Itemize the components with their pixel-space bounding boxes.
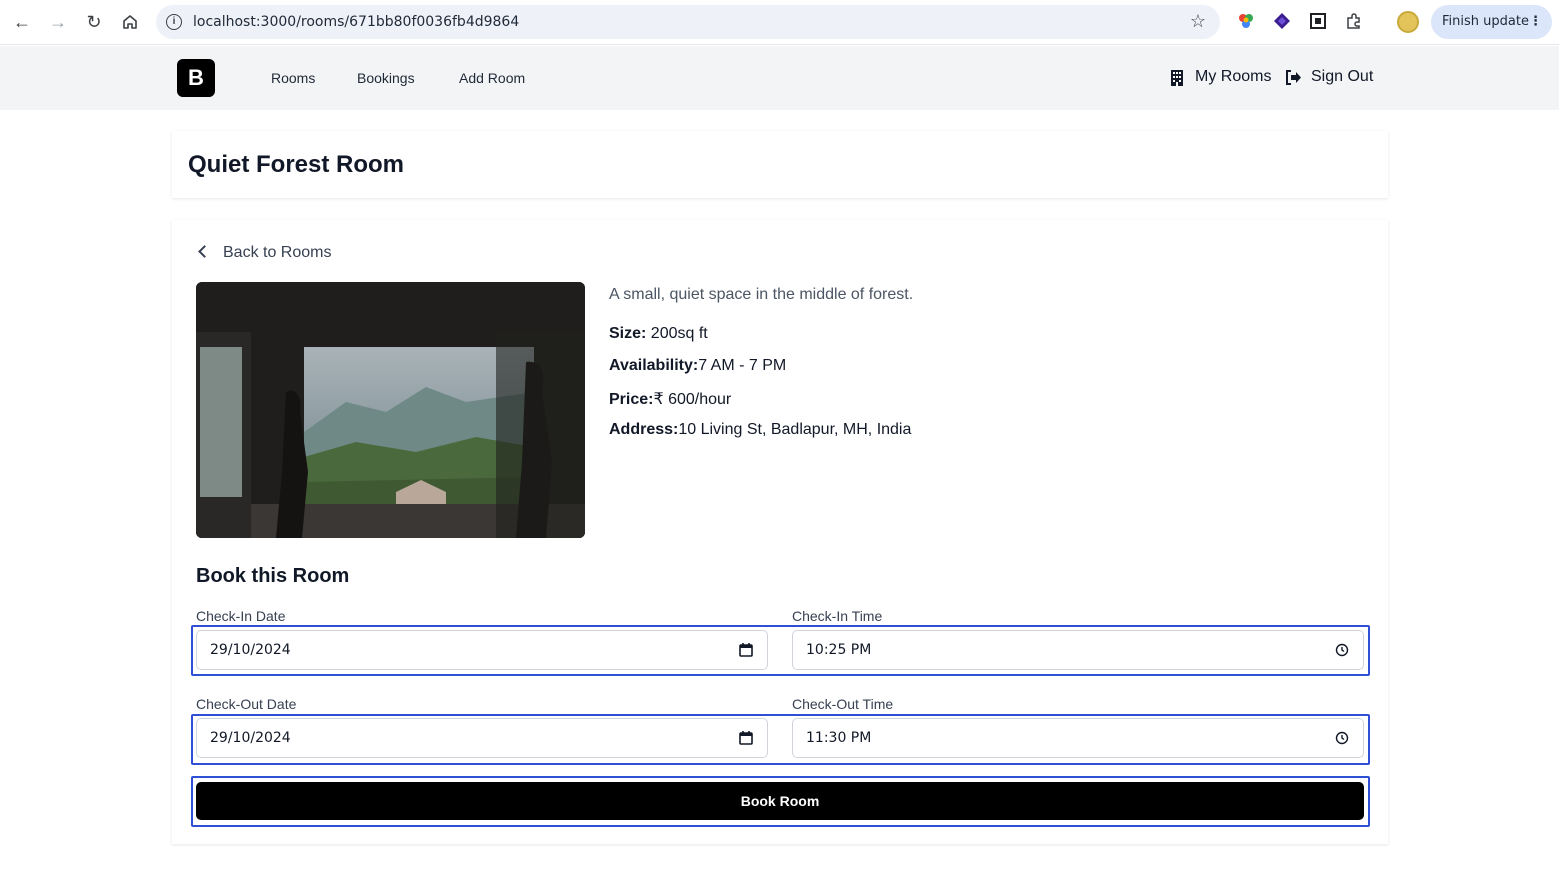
room-price: Price:₹ 600/hour: [609, 389, 731, 409]
room-description: A small, quiet space in the middle of fo…: [609, 286, 914, 303]
checkin-time-value: 10:25 PM: [806, 642, 872, 658]
checkout-time-input[interactable]: 11:30 PM: [792, 718, 1364, 758]
nav-link-bookings[interactable]: Bookings: [357, 70, 415, 86]
booking-section-title: Book this Room: [196, 565, 350, 587]
clock-icon[interactable]: [1335, 731, 1349, 745]
room-title-card: Quiet Forest Room: [172, 131, 1388, 198]
more-menu-icon[interactable]: ⋮: [1529, 5, 1542, 39]
size-label: Size:: [609, 325, 647, 342]
checkin-date-label: Check-In Date: [196, 608, 286, 624]
size-value: 200sq ft: [646, 325, 708, 342]
address-value: 10 Living St, Badlapur, MH, India: [678, 421, 912, 438]
room-size: Size: 200sq ft: [609, 325, 708, 343]
finish-update-label: Finish update: [1442, 14, 1529, 29]
diamond-extension-icon[interactable]: [1273, 12, 1291, 30]
sign-out-link[interactable]: Sign Out: [1311, 68, 1373, 86]
checkin-date-value: 29/10/2024: [210, 642, 291, 658]
clock-icon[interactable]: [1335, 643, 1349, 657]
bookmark-star-icon[interactable]: ☆: [1190, 11, 1206, 32]
room-availability: Availability:7 AM - 7 PM: [609, 357, 786, 375]
forward-arrow-icon[interactable]: →: [47, 11, 69, 33]
home-icon[interactable]: [119, 11, 141, 33]
address-bar[interactable]: i localhost:3000/rooms/671bb80f0036fb4d9…: [156, 5, 1220, 39]
back-to-rooms-link[interactable]: Back to Rooms: [196, 244, 331, 262]
app-header: B Rooms Bookings Add Room My Rooms Sign …: [0, 46, 1559, 110]
checkin-date-input[interactable]: 29/10/2024: [196, 630, 768, 670]
checkout-date-input[interactable]: 29/10/2024: [196, 718, 768, 758]
nav-link-add-room[interactable]: Add Room: [459, 70, 525, 86]
room-address: Address:10 Living St, Badlapur, MH, Indi…: [609, 421, 911, 439]
my-rooms-link[interactable]: My Rooms: [1195, 68, 1271, 86]
price-value: ₹ 600/hour: [653, 391, 732, 408]
browser-toolbar: ← → ↻ i localhost:3000/rooms/671bb80f003…: [0, 0, 1559, 45]
price-label: Price:: [609, 391, 654, 408]
building-icon: [1170, 70, 1184, 90]
calendar-icon[interactable]: [739, 643, 753, 657]
nav-link-rooms[interactable]: Rooms: [271, 70, 315, 86]
page-title: Quiet Forest Room: [188, 151, 405, 178]
site-info-icon[interactable]: i: [166, 14, 182, 30]
checkout-time-value: 11:30 PM: [806, 730, 872, 746]
puzzle-extensions-icon[interactable]: [1345, 12, 1363, 30]
sign-out-icon: [1285, 70, 1302, 89]
checkout-date-value: 29/10/2024: [210, 730, 291, 746]
checkin-time-label: Check-In Time: [792, 608, 883, 624]
address-label: Address:: [609, 421, 679, 438]
calendar-icon[interactable]: [739, 731, 753, 745]
chevron-left-icon: [198, 245, 211, 258]
checkout-time-label: Check-Out Time: [792, 696, 894, 712]
brand-logo[interactable]: B: [177, 59, 215, 97]
back-arrow-icon[interactable]: ←: [11, 11, 33, 33]
availability-label: Availability:: [609, 357, 699, 374]
room-photo: [196, 282, 585, 538]
profile-avatar[interactable]: [1397, 11, 1419, 33]
checkout-date-label: Check-Out Date: [196, 696, 297, 712]
square-extension-icon[interactable]: [1309, 12, 1327, 30]
reload-icon[interactable]: ↻: [83, 11, 105, 33]
finish-update-button[interactable]: Finish update ⋮: [1431, 5, 1552, 39]
back-to-rooms-label: Back to Rooms: [223, 244, 332, 261]
checkin-time-input[interactable]: 10:25 PM: [792, 630, 1364, 670]
color-extension-icon[interactable]: [1237, 12, 1255, 30]
book-room-button[interactable]: Book Room: [196, 782, 1364, 820]
url-text: localhost:3000/rooms/671bb80f0036fb4d986…: [193, 14, 520, 30]
availability-value: 7 AM - 7 PM: [698, 357, 787, 374]
